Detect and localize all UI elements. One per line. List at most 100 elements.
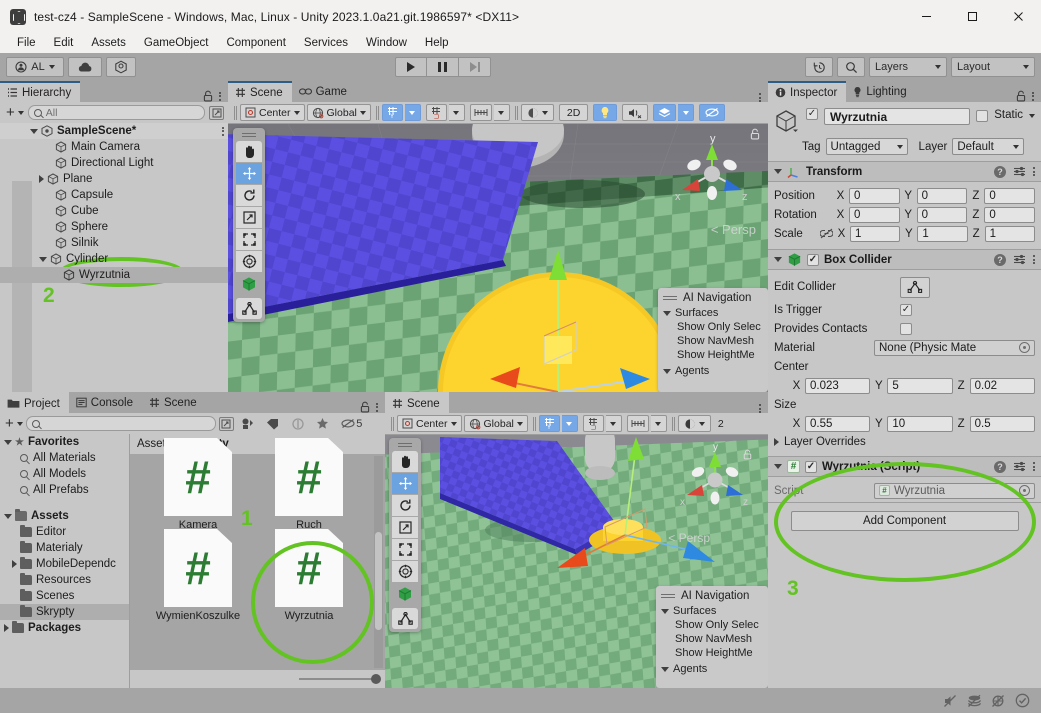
kebab-menu-icon[interactable] <box>1032 91 1034 101</box>
pause-button[interactable] <box>427 57 459 77</box>
provides-contacts-checkbox[interactable] <box>900 322 912 335</box>
rect-tool[interactable] <box>392 539 418 560</box>
ruler-dropdown[interactable] <box>493 104 510 121</box>
size-z-input[interactable]: 0.5 <box>969 415 1035 432</box>
add-component-button[interactable]: Add Component <box>790 511 1019 531</box>
project-tree-materialy[interactable]: Materialy <box>0 540 129 556</box>
kebab-menu-icon[interactable] <box>759 93 761 102</box>
menu-services[interactable]: Services <box>295 35 357 51</box>
box-collider-enabled-checkbox[interactable] <box>807 253 819 266</box>
overlay-header[interactable]: AI Navigation <box>663 291 762 306</box>
chevron-down-icon[interactable] <box>774 464 782 469</box>
account-button[interactable]: AL <box>6 57 64 77</box>
hierarchy-item-main-camera[interactable]: Main Camera <box>0 139 228 155</box>
step-button[interactable] <box>459 57 491 77</box>
handle-space-button[interactable]: Global <box>306 104 371 121</box>
overlay-header[interactable]: AI Navigation <box>661 589 762 604</box>
hierarchy-scene-root[interactable]: SampleScene* <box>0 123 228 139</box>
chevron-down-icon[interactable] <box>661 608 669 614</box>
show-heightmesh-option[interactable]: Show HeightMe <box>661 646 762 660</box>
chevron-down-icon[interactable] <box>774 257 782 262</box>
tab-hierarchy[interactable]: Hierarchy <box>0 81 81 102</box>
project-tree-mobiledependc[interactable]: MobileDependc <box>0 556 129 572</box>
hierarchy-item-sphere[interactable]: Sphere <box>0 219 228 235</box>
chevron-right-icon[interactable] <box>39 175 44 183</box>
maximize-icon[interactable] <box>949 0 995 33</box>
help-icon[interactable]: ? <box>994 253 1006 266</box>
layout-dropdown[interactable]: Layout <box>951 57 1035 77</box>
scene-lighting-button[interactable] <box>593 104 618 121</box>
layers-dropdown[interactable]: Layers <box>869 57 947 77</box>
chevron-down-icon[interactable] <box>39 256 47 262</box>
chevron-down-icon[interactable] <box>4 513 12 519</box>
menu-gameobject[interactable]: GameObject <box>135 35 218 51</box>
kebab-menu-icon[interactable] <box>222 126 224 136</box>
drag-handle[interactable] <box>663 296 677 300</box>
chevron-down-icon[interactable] <box>1029 114 1035 118</box>
chevron-down-icon[interactable] <box>663 368 671 374</box>
asset-grid[interactable]: # Kamera # Ruch # WymienKoszulke # Wyrzu… <box>130 438 385 670</box>
preset-icon[interactable] <box>1013 166 1026 177</box>
material-object-field[interactable]: None (Physic Mate <box>874 339 1035 356</box>
tab-lighting[interactable]: Lighting <box>846 81 916 102</box>
ruler-button[interactable] <box>626 415 649 432</box>
layers-stack-icon[interactable] <box>963 692 985 710</box>
check-circle-icon[interactable] <box>1011 692 1033 710</box>
pivot-mode-button[interactable]: Center <box>397 415 462 432</box>
project-tree-resources[interactable]: Resources <box>0 572 129 588</box>
kebab-menu-icon[interactable] <box>1033 167 1035 176</box>
search-filter-icon[interactable] <box>218 416 234 431</box>
size-y-input[interactable]: 10 <box>887 415 953 432</box>
chevron-right-icon[interactable] <box>12 560 17 568</box>
scene-audio-button[interactable] <box>622 104 649 121</box>
ruler-dropdown[interactable] <box>650 415 667 432</box>
chevron-down-icon[interactable] <box>663 310 671 316</box>
is-trigger-checkbox[interactable] <box>900 303 912 316</box>
lock-icon[interactable] <box>1016 90 1026 102</box>
ruler-button[interactable] <box>469 104 492 121</box>
hierarchy-add-button[interactable]: + <box>4 105 24 120</box>
project-tree-favorites[interactable]: ★ Favorites <box>0 434 129 450</box>
rotation-z-input[interactable]: 0 <box>984 206 1036 223</box>
transform-tool[interactable] <box>236 251 262 272</box>
surfaces-section[interactable]: Surfaces <box>663 306 762 320</box>
grid-axis-button[interactable]: Y <box>538 415 560 432</box>
saved-search-icon[interactable] <box>287 415 309 432</box>
project-tree-editor[interactable]: Editor <box>0 524 129 540</box>
menu-component[interactable]: Component <box>217 35 294 51</box>
chevron-down-icon[interactable] <box>30 128 38 134</box>
preset-icon[interactable] <box>1013 254 1026 265</box>
scale-link-off-icon[interactable] <box>820 228 833 239</box>
hierarchy-item-directional-light[interactable]: Directional Light <box>0 155 228 171</box>
lock-icon[interactable] <box>360 401 370 413</box>
project-asset-wyrzutnia[interactable]: # Wyrzutnia <box>261 529 357 622</box>
hierarchy-item-cylinder[interactable]: Cylinder <box>0 251 228 267</box>
project-search-input[interactable] <box>25 416 216 431</box>
view-lock-icon[interactable] <box>743 449 752 463</box>
menu-edit[interactable]: Edit <box>45 35 83 51</box>
label-filter-icon[interactable] <box>262 415 284 432</box>
project-asset-kamera[interactable]: # Kamera <box>150 438 246 531</box>
snap-increment-button[interactable]: ⊐ <box>582 415 604 432</box>
view-lock-icon[interactable] <box>750 128 760 143</box>
hand-tool[interactable] <box>392 451 418 472</box>
lock-icon[interactable] <box>203 90 213 102</box>
center-z-input[interactable]: 0.02 <box>969 377 1035 394</box>
minimize-icon[interactable] <box>903 0 949 33</box>
project-tree-scenes[interactable]: Scenes <box>0 588 129 604</box>
rotate-tool[interactable] <box>236 185 262 206</box>
chevron-right-icon[interactable] <box>4 624 9 632</box>
static-checkbox[interactable] <box>976 110 989 122</box>
scene2-3d-canvas[interactable]: y x z < Persp AI Navigation Surfaces Sho… <box>385 435 768 688</box>
kebab-menu-icon[interactable] <box>1033 255 1035 264</box>
preset-icon[interactable] <box>1013 461 1026 472</box>
scale-y-input[interactable]: 1 <box>917 225 968 242</box>
kebab-menu-icon[interactable] <box>759 404 761 413</box>
hierarchy-search-input[interactable]: All <box>27 105 205 120</box>
project-tree-assets[interactable]: Assets <box>0 508 129 524</box>
edit-collider-button[interactable] <box>900 276 930 298</box>
tab-scene[interactable]: Scene <box>228 81 292 102</box>
center-y-input[interactable]: 5 <box>887 377 953 394</box>
2d-toggle-button[interactable]: 2D <box>558 104 589 121</box>
cloud-button[interactable] <box>68 57 102 77</box>
